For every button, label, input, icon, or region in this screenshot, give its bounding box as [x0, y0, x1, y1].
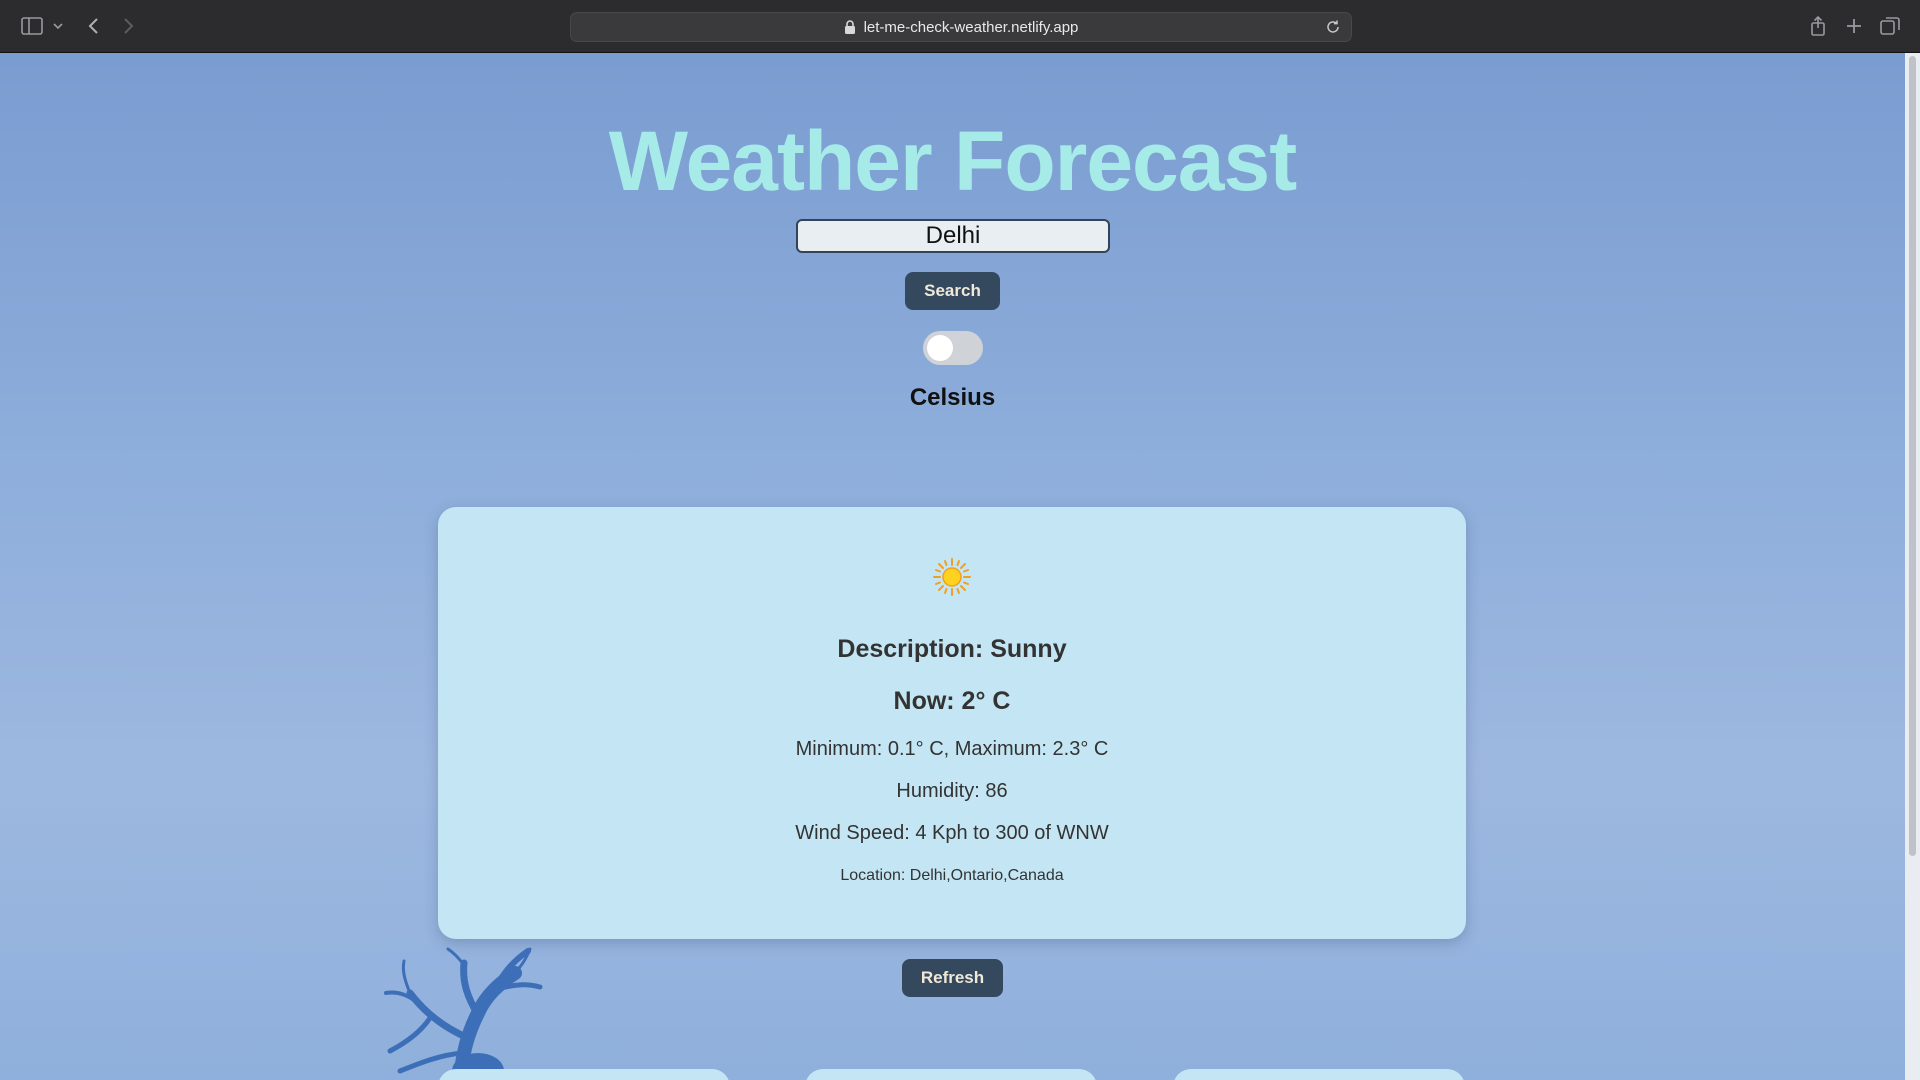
min-max-temperature: Minimum: 0.1° C, Maximum: 2.3° C — [795, 738, 1109, 760]
toggle-knob — [927, 335, 953, 361]
back-icon[interactable] — [82, 14, 106, 38]
page-title: Weather Forecast — [608, 114, 1297, 208]
current-temperature: Now: 2° C — [893, 687, 1011, 715]
sidebar-toggle-icon[interactable] — [20, 14, 44, 38]
weather-page: Weather Forecast Search Celsius — [0, 53, 1905, 1080]
sun-icon — [933, 558, 971, 596]
forecast-card — [805, 1069, 1097, 1080]
lock-icon — [844, 20, 855, 34]
unit-toggle[interactable] — [923, 331, 983, 365]
new-tab-icon[interactable] — [1842, 14, 1866, 38]
scrollbar-thumb[interactable] — [1909, 56, 1916, 856]
wind-speed: Wind Speed: 4 Kph to 300 of WNW — [795, 822, 1109, 844]
forecast-card — [438, 1069, 730, 1080]
address-bar[interactable]: let-me-check-weather.netlify.app — [570, 12, 1352, 42]
search-button[interactable]: Search — [905, 272, 1000, 310]
city-search-input[interactable] — [796, 219, 1110, 253]
url-text: let-me-check-weather.netlify.app — [863, 18, 1079, 36]
weather-description: Description: Sunny — [837, 635, 1067, 663]
tree-silhouette-decoration — [384, 947, 543, 1080]
location: Location: Delhi,Ontario,Canada — [840, 867, 1064, 884]
refresh-button[interactable]: Refresh — [902, 959, 1003, 997]
tab-overview-icon[interactable] — [1878, 14, 1902, 38]
current-weather-card: Description: Sunny Now: 2° C Minimum: 0.… — [438, 507, 1466, 939]
page-scrollbar[interactable] — [1905, 53, 1920, 1080]
humidity: Humidity: 86 — [896, 780, 1008, 802]
unit-label: Celsius — [909, 384, 996, 411]
share-icon[interactable] — [1806, 14, 1830, 38]
forecast-card — [1173, 1069, 1465, 1080]
reload-icon[interactable] — [1325, 19, 1341, 35]
browser-toolbar: let-me-check-weather.netlify.app — [0, 0, 1920, 53]
forward-icon[interactable] — [116, 14, 140, 38]
chevron-down-icon[interactable] — [50, 14, 66, 38]
